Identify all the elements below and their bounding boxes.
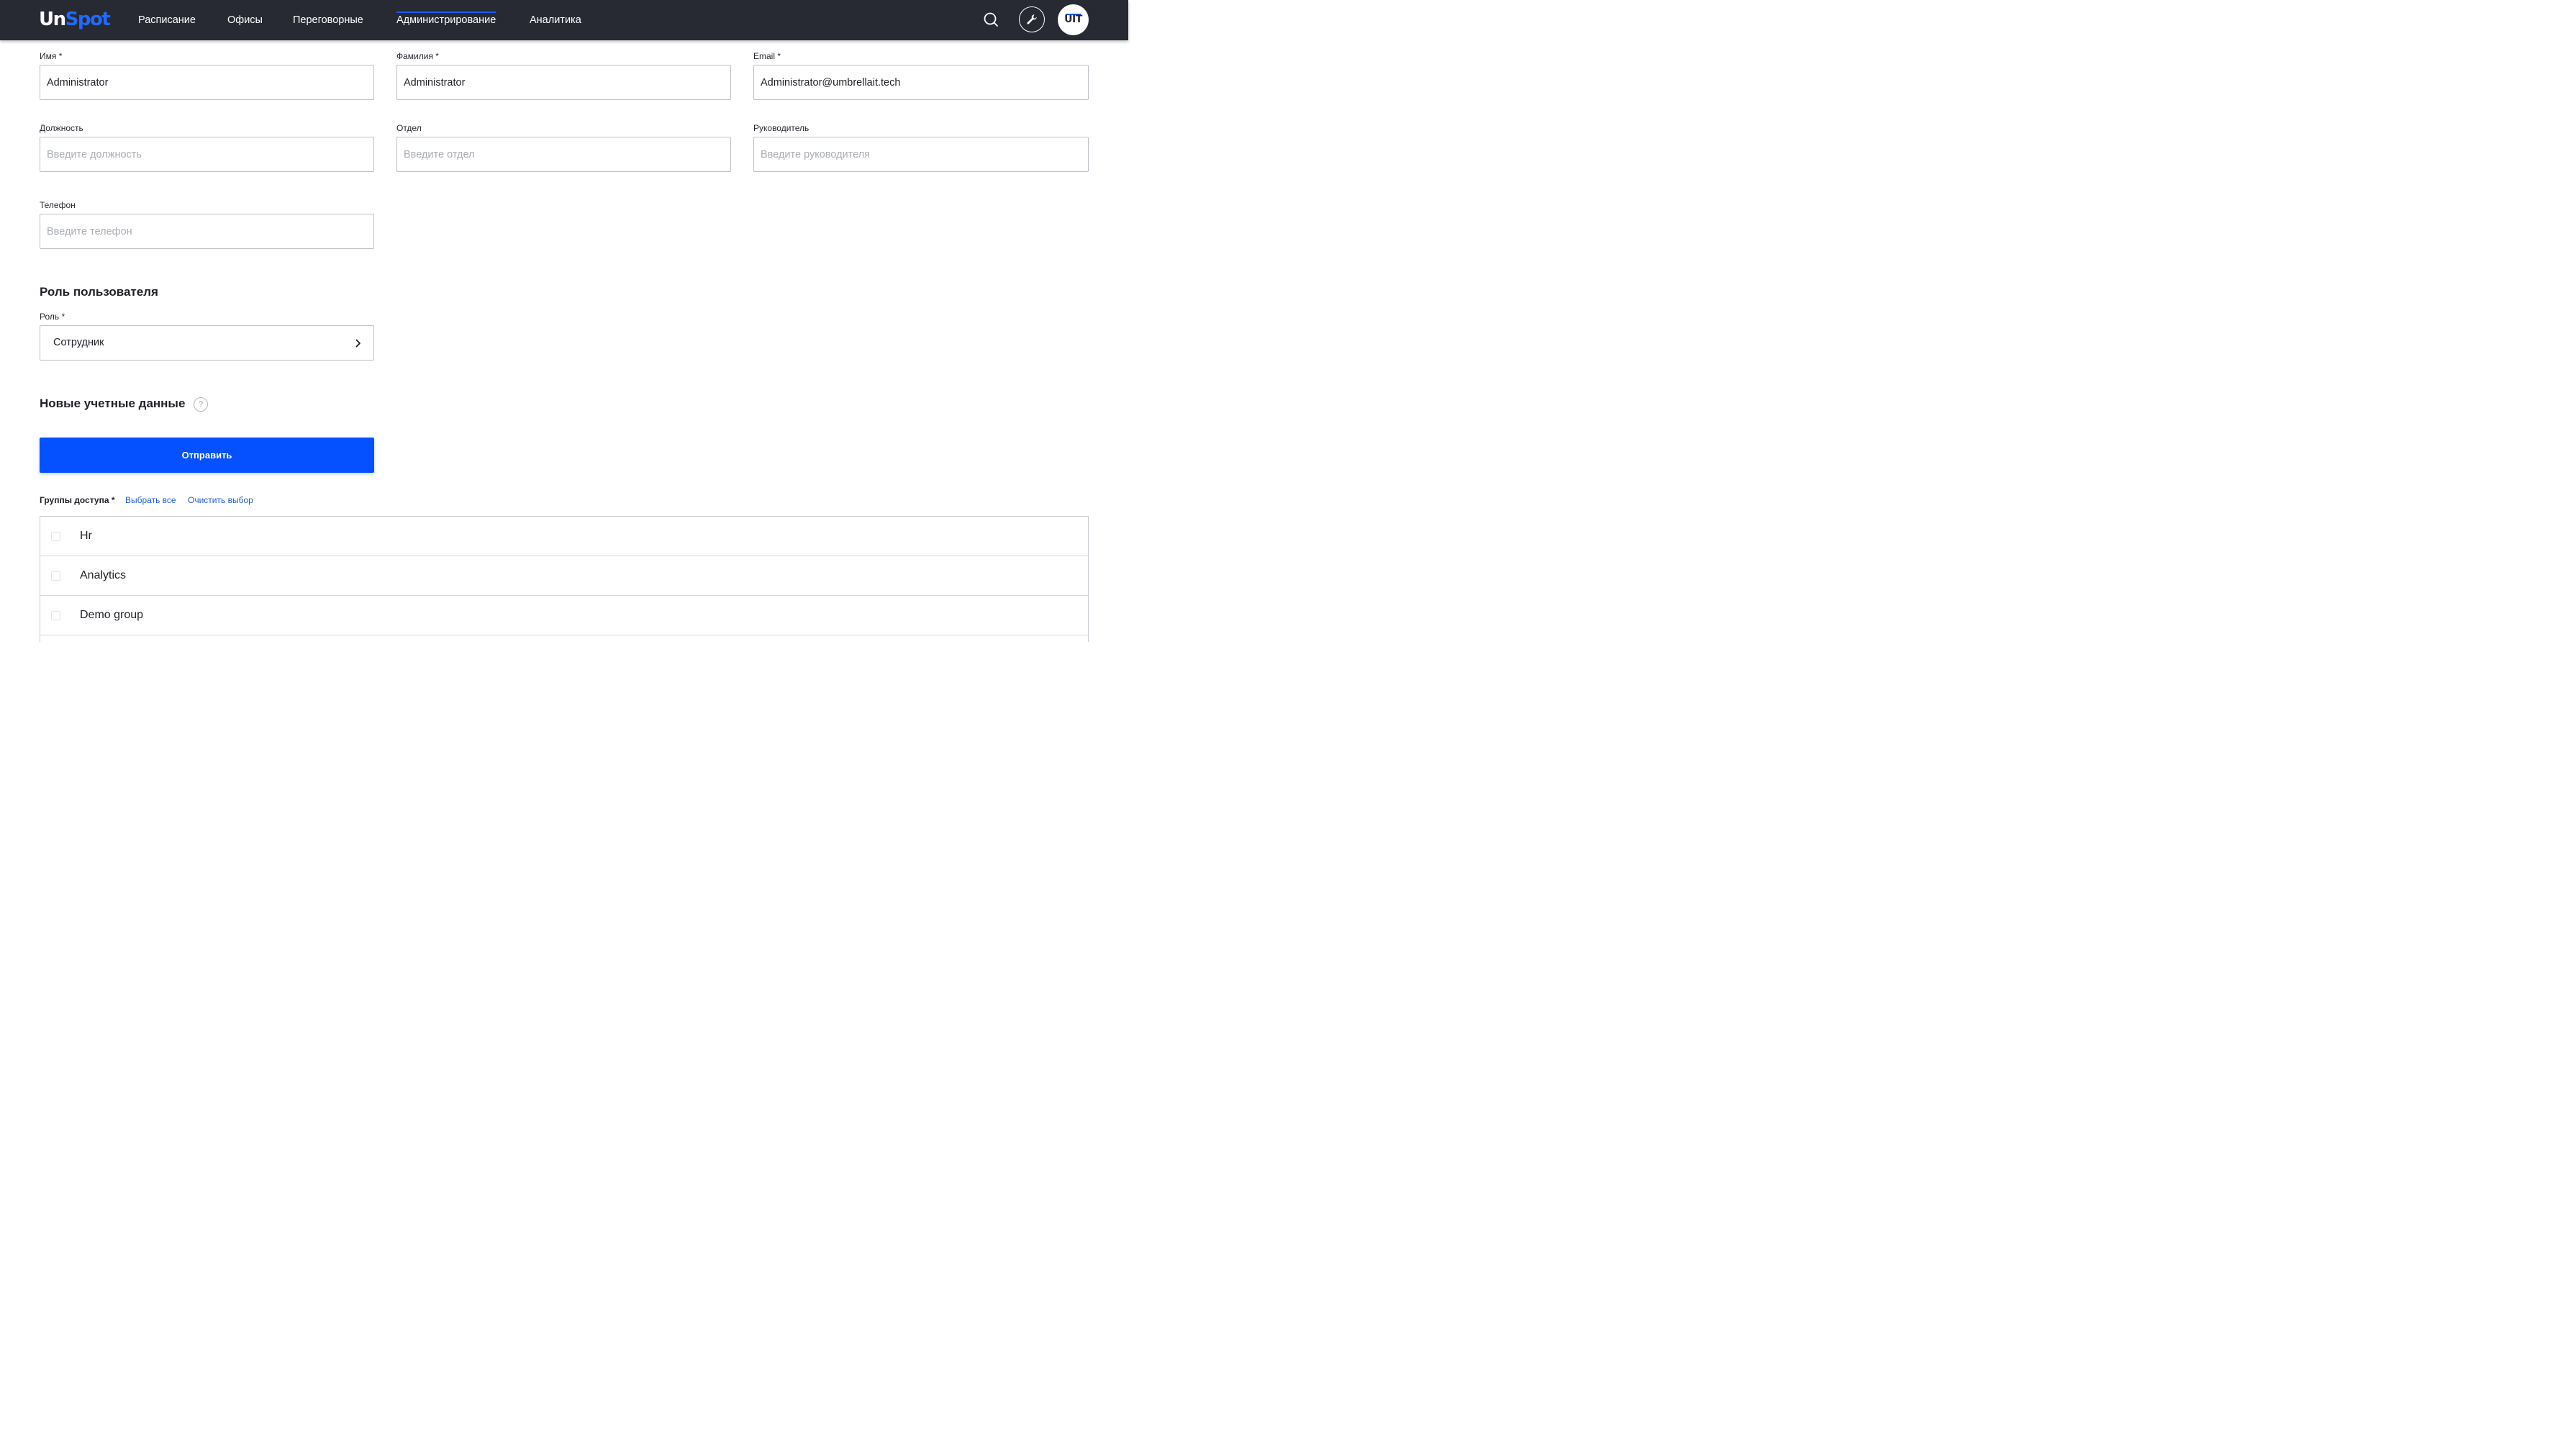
logo-part-spot: Spot — [65, 9, 111, 30]
nav-offices[interactable]: Офисы — [227, 0, 263, 40]
role-section-title: Роль пользователя — [40, 285, 158, 299]
manager-input[interactable] — [753, 137, 1089, 172]
manager-label: Руководитель — [753, 123, 809, 133]
position-label: Должность — [40, 123, 83, 133]
last-name-label: Фамилия * — [396, 51, 439, 61]
user-avatar[interactable]: UIT — [1058, 4, 1089, 35]
settings-button[interactable] — [1019, 6, 1045, 32]
access-group-name: Analytics — [80, 569, 127, 581]
nav-analytics[interactable]: Аналитика — [530, 0, 581, 40]
position-input[interactable] — [40, 137, 374, 172]
avatar-initials: UIT — [1064, 14, 1082, 25]
access-group-name: Demo group — [80, 609, 144, 621]
access-group-checkbox[interactable] — [51, 571, 60, 581]
nav-administration[interactable]: Администрирование — [396, 0, 496, 40]
help-icon[interactable]: ? — [194, 397, 208, 412]
role-select-value: Сотрудник — [53, 337, 104, 348]
select-all-link[interactable]: Выбрать все — [125, 495, 176, 505]
top-navigation-bar: UnSpot Расписание Офисы Переговорные Адм… — [0, 0, 1128, 40]
nav-schedule[interactable]: Расписание — [138, 0, 196, 40]
clear-selection-link[interactable]: Очистить выбор — [188, 495, 253, 505]
unspot-logo[interactable]: UnSpot — [39, 7, 111, 32]
phone-input[interactable] — [40, 214, 374, 249]
credentials-section-title: Новые учетные данные — [40, 397, 186, 410]
last-name-input[interactable] — [396, 65, 731, 100]
department-input[interactable] — [396, 137, 731, 172]
access-group-checkbox[interactable] — [51, 611, 60, 620]
access-group-row[interactable]: Demo group — [40, 596, 1088, 635]
email-label: Email * — [753, 51, 781, 61]
access-group-row[interactable]: Analytics — [40, 556, 1088, 596]
department-label: Отдел — [396, 123, 422, 133]
email-input[interactable] — [753, 65, 1089, 100]
logo-part-un: Un — [39, 9, 66, 30]
access-group-checkbox[interactable] — [51, 532, 60, 541]
wrench-icon — [1027, 14, 1037, 24]
chevron-right-icon — [355, 339, 360, 348]
access-group-name: Hr — [80, 530, 92, 542]
nav-meeting-rooms[interactable]: Переговорные — [293, 0, 363, 40]
phone-label: Телефон — [40, 200, 76, 210]
access-group-row[interactable]: Hr — [40, 517, 1088, 556]
submit-button[interactable]: Отправить — [40, 438, 374, 473]
first-name-label: Имя * — [40, 51, 63, 61]
role-select[interactable]: Сотрудник — [40, 325, 374, 361]
role-label: Роль * — [40, 312, 65, 322]
first-name-input[interactable] — [40, 65, 374, 100]
access-group-list: Hr Analytics Demo group — [40, 516, 1089, 642]
access-groups-label: Группы доступа * — [40, 495, 115, 505]
search-icon[interactable] — [980, 9, 1002, 31]
